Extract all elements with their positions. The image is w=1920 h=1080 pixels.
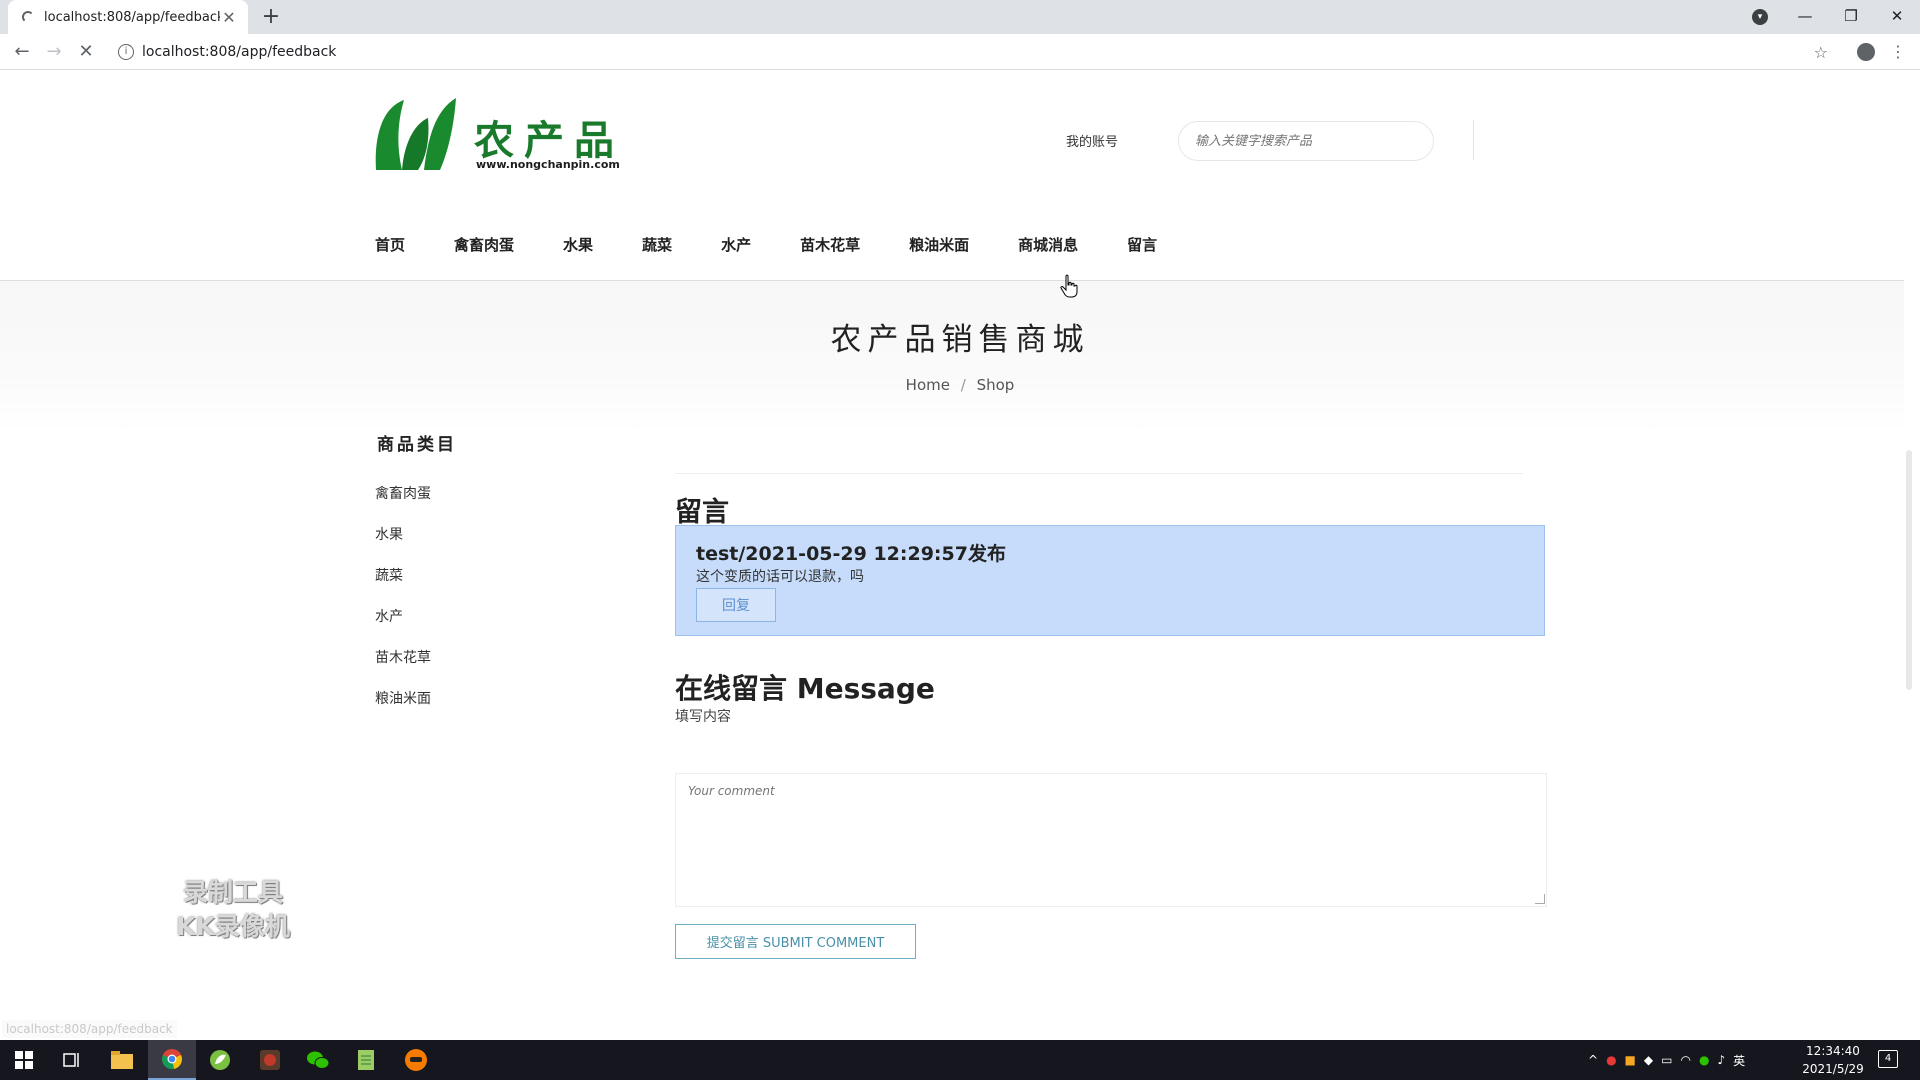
comment-input[interactable] bbox=[675, 773, 1547, 907]
notification-center-icon[interactable]: 4 bbox=[1878, 1050, 1898, 1068]
hand-cursor-icon bbox=[1060, 274, 1078, 298]
category-item[interactable]: 苗木花草 bbox=[375, 647, 431, 688]
breadcrumb-separator: / bbox=[960, 376, 966, 394]
product-search-input[interactable] bbox=[1178, 121, 1434, 161]
tray-wechat-icon[interactable]: ● bbox=[1699, 1053, 1709, 1067]
clock-date: 2021/5/29 bbox=[1802, 1062, 1864, 1076]
submit-comment-button[interactable]: 提交留言 SUBMIT COMMENT bbox=[675, 924, 916, 959]
taskbar-clock[interactable]: 12:34:40 2021/5/29 bbox=[1793, 1042, 1873, 1078]
back-arrow-icon[interactable]: ← bbox=[8, 38, 36, 66]
tray-app-orange-icon[interactable]: ■ bbox=[1625, 1053, 1636, 1067]
browser-toolbar: ← → ✕ i localhost:808/app/feedback ☆ ⋮ bbox=[0, 34, 1920, 70]
tray-expand-icon[interactable]: ^ bbox=[1588, 1053, 1598, 1067]
wifi-icon[interactable]: ◠ bbox=[1680, 1053, 1690, 1067]
content-divider bbox=[675, 473, 1523, 474]
windows-taskbar: ^ ● ■ ◆ ▭ ◠ ● ♪ 英 bbox=[0, 1040, 1920, 1080]
restore-icon[interactable]: ❐ bbox=[1828, 0, 1874, 34]
feedback-heading: 留言 bbox=[675, 497, 729, 528]
bookmark-star-icon[interactable]: ☆ bbox=[1814, 43, 1828, 62]
browser-tab[interactable]: localhost:808/app/feedback ✕ bbox=[8, 0, 248, 34]
wechat-taskbar-icon[interactable] bbox=[294, 1040, 342, 1080]
main-nav: 首页 禽畜肉蛋 水果 蔬菜 水产 苗木花草 粮油米面 商城消息 留言 bbox=[375, 234, 1206, 258]
new-tab-icon[interactable]: + bbox=[258, 4, 284, 30]
header-divider bbox=[1473, 120, 1474, 160]
breadcrumb-home[interactable]: Home bbox=[906, 376, 950, 394]
window-controls: — ❐ ✕ bbox=[1782, 0, 1920, 34]
address-url[interactable]: localhost:808/app/feedback bbox=[142, 44, 1814, 60]
tray-app-red-icon[interactable]: ● bbox=[1606, 1053, 1616, 1067]
browser-tab-strip: localhost:808/app/feedback ✕ + ▾ — ❐ ✕ bbox=[0, 0, 1920, 34]
feedback-entry-header: test/2021-05-29 12:29:57发布 bbox=[696, 543, 1006, 565]
site-info-icon[interactable]: i bbox=[118, 44, 134, 60]
tray-shield-icon[interactable]: ◆ bbox=[1644, 1053, 1653, 1067]
browser-menu-icon[interactable]: ⋮ bbox=[1884, 38, 1912, 66]
status-bar-url: localhost:808/app/feedback bbox=[2, 1020, 177, 1038]
watermark-line-1: 录制工具 bbox=[182, 878, 283, 907]
tab-title: localhost:808/app/feedback bbox=[44, 9, 220, 25]
breadcrumb: Home / Shop bbox=[0, 376, 1920, 394]
category-item[interactable]: 粮油米面 bbox=[375, 688, 431, 729]
green-app-icon[interactable] bbox=[196, 1040, 244, 1080]
nav-item-grain-oil[interactable]: 粮油米面 bbox=[909, 234, 969, 258]
nav-item-fruit[interactable]: 水果 bbox=[563, 234, 593, 258]
recorder-watermark: 录制工具 KK录像机 bbox=[160, 876, 306, 944]
leaf-logo-icon bbox=[375, 98, 456, 170]
category-item[interactable]: 水产 bbox=[375, 606, 431, 647]
ime-indicator[interactable]: 英 bbox=[1733, 1052, 1745, 1069]
profile-avatar-icon[interactable] bbox=[1852, 38, 1880, 66]
file-explorer-icon[interactable] bbox=[98, 1040, 146, 1080]
nav-item-nursery[interactable]: 苗木花草 bbox=[800, 234, 860, 258]
tab-search-icon[interactable]: ▾ bbox=[1752, 9, 1768, 25]
category-item[interactable]: 水果 bbox=[375, 524, 431, 565]
textarea-resize-handle[interactable] bbox=[1535, 894, 1545, 904]
category-title: 商品类目 bbox=[377, 435, 457, 455]
stop-loading-icon[interactable]: ✕ bbox=[72, 38, 100, 66]
site-logo[interactable]: 农产品 www.nongchanpin.com bbox=[374, 96, 630, 174]
nav-item-home[interactable]: 首页 bbox=[375, 234, 405, 258]
chrome-taskbar-icon[interactable] bbox=[148, 1040, 196, 1080]
window-close-icon[interactable]: ✕ bbox=[1874, 0, 1920, 34]
feedback-entry: test/2021-05-29 12:29:57发布 这个变质的话可以退款，吗 … bbox=[675, 525, 1545, 636]
page-title: 农产品销售商城 bbox=[830, 322, 1090, 358]
game-app-icon[interactable] bbox=[246, 1040, 294, 1080]
tray-device-icon[interactable]: ▭ bbox=[1661, 1053, 1672, 1067]
system-tray: ^ ● ■ ◆ ▭ ◠ ● ♪ 英 bbox=[1584, 1040, 1749, 1080]
task-view-icon[interactable] bbox=[48, 1040, 96, 1080]
nav-item-vegetables[interactable]: 蔬菜 bbox=[642, 234, 672, 258]
scrollbar-thumb[interactable] bbox=[1906, 450, 1912, 690]
nav-item-livestock[interactable]: 禽畜肉蛋 bbox=[454, 234, 514, 258]
my-account-link[interactable]: 我的账号 bbox=[1066, 131, 1118, 150]
category-item[interactable]: 禽畜肉蛋 bbox=[375, 483, 431, 524]
message-form-heading: 在线留言 Message bbox=[675, 672, 935, 705]
clock-time: 12:34:40 bbox=[1806, 1044, 1860, 1058]
volume-icon[interactable]: ♪ bbox=[1717, 1053, 1725, 1067]
logo-domain-text: www.nongchanpin.com bbox=[476, 158, 620, 171]
recorder-app-icon[interactable] bbox=[392, 1040, 440, 1080]
watermark-line-2: KK录像机 bbox=[176, 912, 290, 941]
windows-start-icon[interactable] bbox=[0, 1040, 48, 1080]
message-form-subheading: 填写内容 bbox=[675, 709, 731, 725]
nav-item-feedback[interactable]: 留言 bbox=[1127, 234, 1157, 258]
forward-arrow-icon[interactable]: → bbox=[40, 38, 68, 66]
loading-spinner-icon bbox=[22, 11, 34, 23]
address-bar[interactable]: i localhost:808/app/feedback ☆ bbox=[110, 38, 1834, 66]
breadcrumb-current: Shop bbox=[976, 376, 1015, 394]
notification-count: 4 bbox=[1884, 1053, 1892, 1064]
nav-item-news[interactable]: 商城消息 bbox=[1018, 234, 1078, 258]
notepad-icon[interactable] bbox=[342, 1040, 390, 1080]
category-item[interactable]: 蔬菜 bbox=[375, 565, 431, 606]
category-list: 禽畜肉蛋 水果 蔬菜 水产 苗木花草 粮油米面 bbox=[375, 483, 431, 729]
feedback-entry-body: 这个变质的话可以退款，吗 bbox=[696, 569, 864, 585]
minimize-icon[interactable]: — bbox=[1782, 0, 1828, 34]
reply-button[interactable]: 回复 bbox=[696, 588, 776, 622]
nav-item-aquatic[interactable]: 水产 bbox=[721, 234, 751, 258]
tab-close-icon[interactable]: ✕ bbox=[220, 8, 238, 27]
